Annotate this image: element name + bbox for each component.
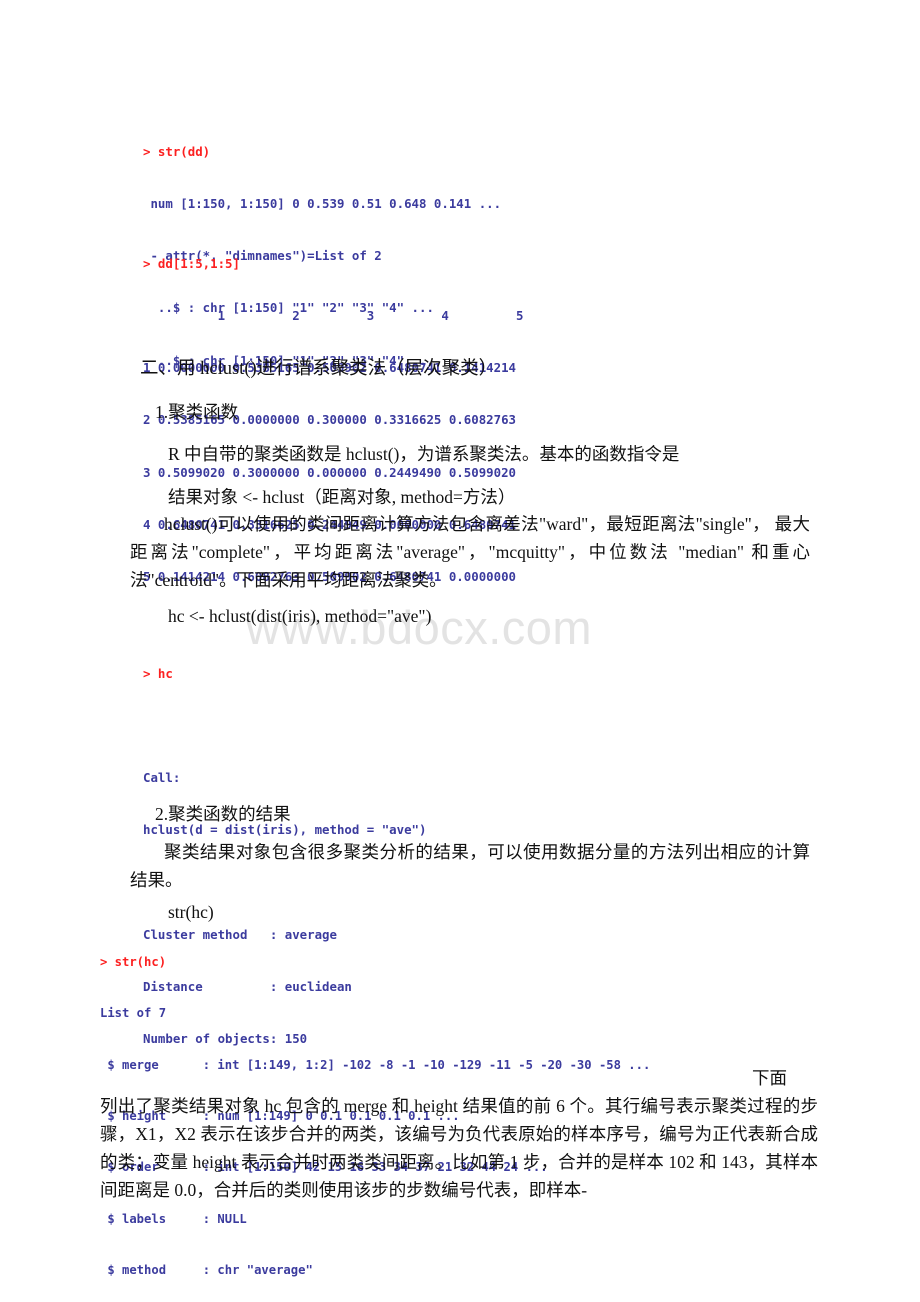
console-line: $ method : chr "average" (100, 1262, 313, 1277)
console-line: List of 7 (100, 1006, 167, 1021)
syntax-line-hclust: 结果对象 <- hclust（距离对象, method=方法） (168, 487, 516, 507)
console-line: > str(dd) (143, 143, 211, 159)
console-line: 1 2 3 4 5 (143, 308, 524, 324)
document-page: www.bdocx.com > str(dd) num [1:150, 1:15… (0, 0, 920, 1302)
console-line: > hc (143, 665, 173, 681)
paragraph-result-object: 聚类结果对象包含很多聚类分析的结果，可以使用数据分量的方法列出相应的计算结果。 (130, 842, 810, 890)
console-line: $ merge : int [1:149, 1:2] -102 -8 -1 -1… (100, 1057, 651, 1072)
subheading-cluster-results: 2.聚类函数的结果 (155, 804, 291, 824)
subheading-cluster-function: 1.聚类函数 (155, 402, 239, 422)
paragraph-hclust-intro: R 中自带的聚类函数是 hclust()，为谱系聚类法。基本的函数指令是 (168, 444, 680, 464)
console-line: num [1:150, 1:150] 0 0.539 0.51 0.648 0.… (143, 196, 502, 212)
section-heading: 二、用 hclust()进行谱系聚类法（层次聚类） (140, 359, 498, 379)
console-line: $ labels : NULL (100, 1211, 247, 1226)
console-line: > str(hc) (100, 955, 167, 970)
console-line: Call: (143, 770, 181, 786)
paragraph-distance-methods: hclust()可以使用的类间距离计算方法包含离差法"ward"，最短距离法"s… (130, 514, 810, 590)
paragraph-merge-height-explanation: 列出了聚类结果对象 hc 包含的 merge 和 height 结果值的前 6 … (100, 1096, 818, 1200)
console-line: > dd[1:5,1:5] (143, 255, 240, 271)
paragraph-tail-word: 下面 (752, 1068, 787, 1088)
code-hc-assignment: hc <- hclust(dist(iris), method="ave") (168, 606, 432, 626)
